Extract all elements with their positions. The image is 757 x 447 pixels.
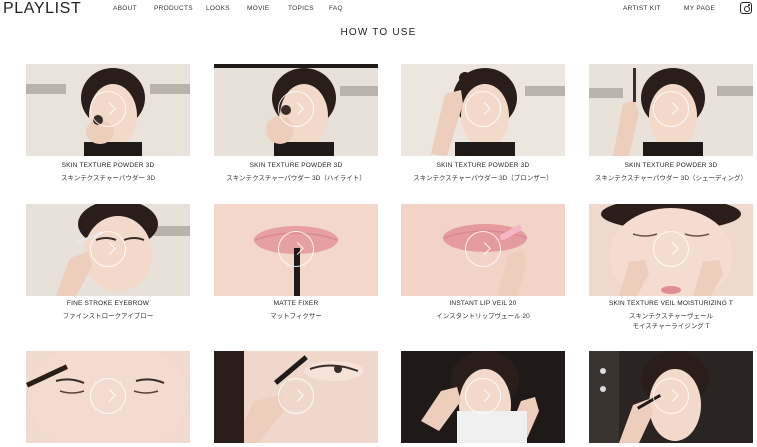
nav-products[interactable]: PRODUCTS (154, 5, 193, 12)
nav-about[interactable]: ABOUT (113, 5, 137, 12)
play-circle-icon[interactable] (653, 91, 689, 127)
nav-faq[interactable]: FAQ (329, 5, 343, 12)
product-thumbnail[interactable] (401, 351, 565, 443)
product-name: SKIN TEXTURE VEIL MOISTURIZING T (608, 300, 734, 307)
product-thumbnail[interactable] (26, 204, 190, 296)
page-title: HOW TO USE (340, 27, 417, 38)
play-circle-icon[interactable] (278, 91, 314, 127)
nav-artist-kit[interactable]: ARTIST KIT (623, 5, 661, 12)
play-circle-icon[interactable] (465, 231, 501, 267)
play-circle-icon[interactable] (653, 378, 689, 414)
product-name-jp-line2: モイスチャーライジング T (632, 323, 710, 330)
site-header: PLAYLIST ABOUT PRODUCTS LOOKS MOVIE TOPI… (0, 0, 757, 20)
product-name-jp: スキンテクスチャーパウダー 3D (60, 175, 156, 182)
product-name-jp: ファインストロークアイブロー (62, 313, 154, 320)
nav-looks[interactable]: LOOKS (206, 5, 230, 12)
play-circle-icon[interactable] (90, 378, 126, 414)
product-name-jp: スキンテクスチャーパウダー 3D（ブロンザー） (413, 175, 553, 182)
product-thumbnail[interactable] (214, 64, 378, 156)
product-name-jp: マットフィクサー (270, 313, 322, 320)
play-circle-icon[interactable] (465, 378, 501, 414)
product-name: INSTANT LIP VEIL 20 (449, 300, 517, 307)
brand-logo[interactable]: PLAYLIST (3, 0, 81, 18)
product-name: SKIN TEXTURE POWDER 3D (249, 162, 343, 169)
product-name: SKIN TEXTURE POWDER 3D (624, 162, 718, 169)
nav-topics[interactable]: TOPICS (288, 5, 314, 12)
play-circle-icon[interactable] (90, 231, 126, 267)
product-name-jp: スキンテクスチャーパウダー 3D（シェーディング） (594, 175, 748, 182)
product-thumbnail[interactable] (214, 351, 378, 443)
product-thumbnail[interactable] (26, 64, 190, 156)
product-name: MATTE FIXER (273, 300, 319, 307)
play-circle-icon[interactable] (90, 91, 126, 127)
product-thumbnail[interactable] (214, 204, 378, 296)
play-circle-icon[interactable] (465, 91, 501, 127)
product-name-jp: スキンテクスチャーヴェール (628, 313, 714, 320)
product-thumbnail[interactable] (401, 64, 565, 156)
product-name-jp: インスタントリップヴェール 20 (436, 313, 530, 320)
play-circle-icon[interactable] (278, 231, 314, 267)
product-name: FINE STROKE EYEBROW (66, 300, 150, 307)
instagram-icon[interactable] (740, 2, 752, 14)
nav-my-page[interactable]: MY PAGE (684, 5, 715, 12)
product-name-jp: スキンテクスチャーパウダー 3D（ハイライト） (226, 175, 366, 182)
product-thumbnail[interactable] (401, 204, 565, 296)
product-name: SKIN TEXTURE POWDER 3D (61, 162, 155, 169)
product-thumbnail[interactable] (589, 351, 753, 443)
nav-movie[interactable]: MOVIE (247, 5, 269, 12)
play-circle-icon[interactable] (653, 231, 689, 267)
product-name: SKIN TEXTURE POWDER 3D (436, 162, 530, 169)
product-thumbnail[interactable] (26, 351, 190, 443)
play-circle-icon[interactable] (278, 378, 314, 414)
product-thumbnail[interactable] (589, 204, 753, 296)
product-thumbnail[interactable] (589, 64, 753, 156)
